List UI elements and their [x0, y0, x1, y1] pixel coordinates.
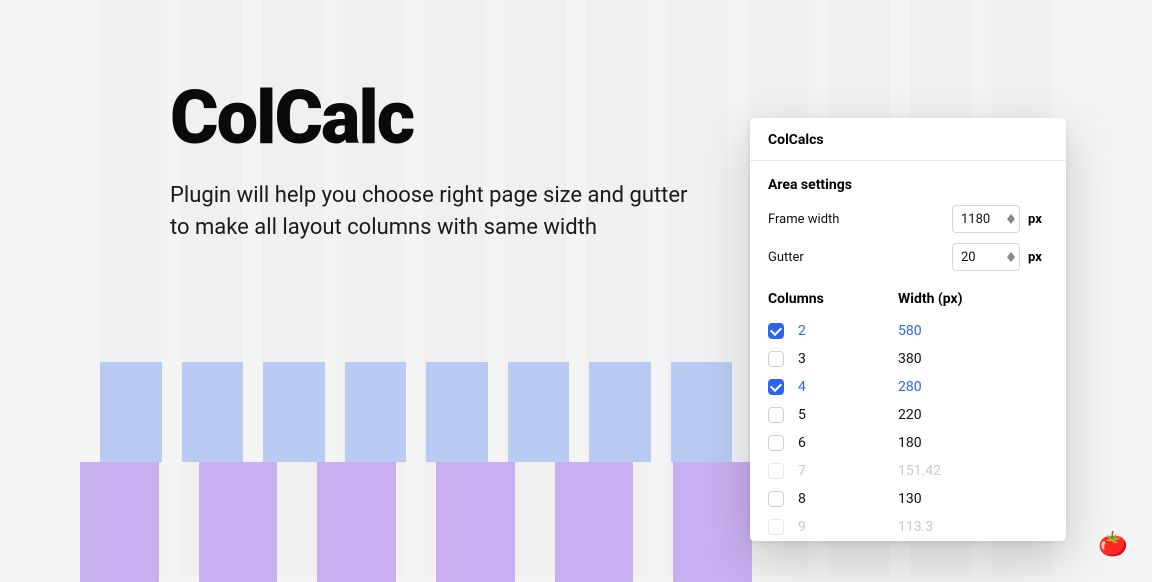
column-count: 9 [798, 519, 898, 535]
table-row: 8130 [768, 485, 1048, 513]
column-width: 580 [898, 323, 1048, 339]
table-row: 5220 [768, 401, 1048, 429]
area-settings-heading: Area settings [768, 177, 1048, 193]
rows-container: 258033804280522061807151.4281309113.3 [768, 317, 1048, 541]
columns-header: Columns [768, 291, 898, 307]
column-count: 7 [798, 463, 898, 479]
table-row: 4280 [768, 373, 1048, 401]
column-width: 113.3 [898, 519, 1048, 535]
column-count: 6 [798, 435, 898, 451]
frame-width-row: Frame width 1180 px [768, 205, 1048, 233]
frame-width-input[interactable]: 1180 [952, 205, 1020, 233]
column-checkbox [768, 519, 784, 535]
column-width: 130 [898, 491, 1048, 507]
stepper-icon[interactable] [1007, 214, 1015, 224]
column-count: 4 [798, 379, 898, 395]
hero-subtitle: Plugin will help you choose right page s… [170, 180, 710, 244]
hero-title: ColCalc [170, 82, 710, 156]
column-count: 2 [798, 323, 898, 339]
panel-title: ColCalcs [750, 118, 1066, 161]
gutter-row: Gutter 20 px [768, 243, 1048, 271]
gutter-label: Gutter [768, 250, 804, 265]
unit-label: px [1028, 212, 1048, 227]
table-row: 9113.3 [768, 513, 1048, 541]
gutter-value: 20 [961, 250, 976, 265]
table-row: 7151.42 [768, 457, 1048, 485]
table-row: 2580 [768, 317, 1048, 345]
table-row: 3380 [768, 345, 1048, 373]
column-checkbox [768, 463, 784, 479]
table-row: 6180 [768, 429, 1048, 457]
column-checkbox[interactable] [768, 379, 784, 395]
column-width: 180 [898, 435, 1048, 451]
unit-label: px [1028, 250, 1048, 265]
column-width: 280 [898, 379, 1048, 395]
column-width: 380 [898, 351, 1048, 367]
column-checkbox[interactable] [768, 491, 784, 507]
table-header: Columns Width (px) [768, 291, 1048, 307]
plugin-panel: ColCalcs Area settings Frame width 1180 … [750, 118, 1066, 541]
column-count: 3 [798, 351, 898, 367]
tomato-icon[interactable]: 🍅 [1098, 530, 1128, 558]
frame-width-value: 1180 [961, 212, 990, 227]
demo-columns-blue [100, 362, 732, 462]
width-header: Width (px) [898, 291, 1048, 307]
gutter-input[interactable]: 20 [952, 243, 1020, 271]
column-checkbox[interactable] [768, 351, 784, 367]
demo-columns-purple [80, 462, 752, 582]
column-checkbox[interactable] [768, 323, 784, 339]
column-checkbox[interactable] [768, 435, 784, 451]
column-count: 5 [798, 407, 898, 423]
frame-width-label: Frame width [768, 212, 839, 227]
hero: ColCalc Plugin will help you choose righ… [170, 82, 710, 244]
column-count: 8 [798, 491, 898, 507]
column-width: 220 [898, 407, 1048, 423]
column-width: 151.42 [898, 463, 1048, 479]
stepper-icon[interactable] [1007, 252, 1015, 262]
column-checkbox[interactable] [768, 407, 784, 423]
